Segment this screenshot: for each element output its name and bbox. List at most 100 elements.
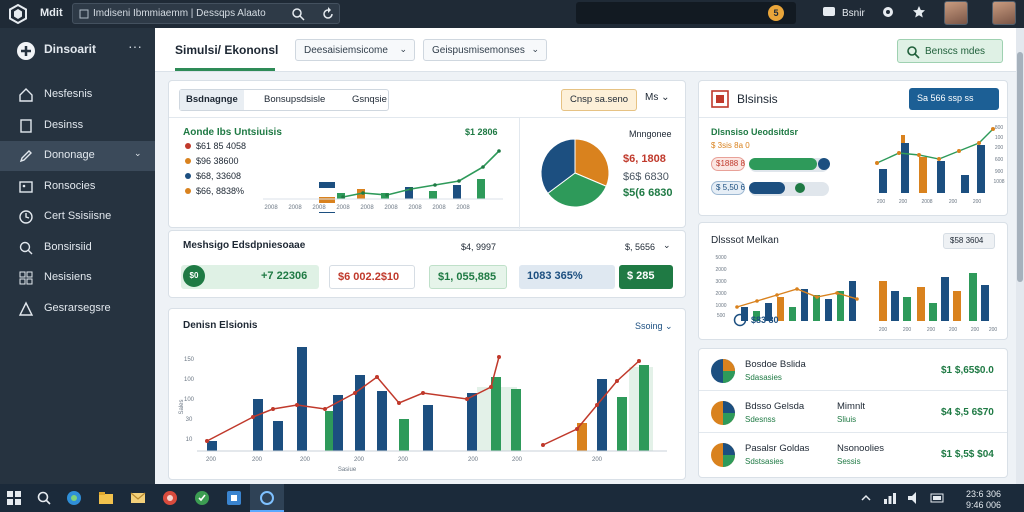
command-bar[interactable]: 5 <box>576 2 796 24</box>
main-bar <box>297 347 307 451</box>
warning-icon <box>18 300 34 316</box>
more-icon[interactable]: ··· <box>128 38 142 54</box>
right-mid-bar <box>903 297 911 321</box>
search-action-button[interactable]: Benscs mdes <box>897 39 1003 63</box>
main-trend-point <box>205 439 209 443</box>
list-item[interactable]: Bdsso Gelsda Sdesnss Mimnlt Sliuis $4 $,5 6$… <box>699 393 1007 433</box>
right-top-button[interactable]: Sa 566 ssp ss <box>909 88 999 110</box>
right-top-bar <box>977 145 985 193</box>
sidebar-item-1[interactable]: Nesfesnis <box>0 80 155 110</box>
page-title[interactable]: Simulsi/ Ekononsl <box>175 43 278 57</box>
right-mid-trend-point <box>775 293 779 297</box>
refresh-icon[interactable] <box>321 7 335 21</box>
avatar-secondary[interactable] <box>992 1 1016 25</box>
tick-label: 2008 <box>336 205 350 211</box>
overview-tabs: Bsdnagnge Bonsupsdsisle Gsnqsie <box>179 89 389 111</box>
y-tick-label: 1000 <box>715 303 726 309</box>
network-icon[interactable] <box>882 490 898 506</box>
tick-label: 2008 <box>921 199 932 205</box>
sidebar-item-8[interactable]: Gesrarsegsre <box>0 294 155 324</box>
sidebar-item-label: Bonsirsiid <box>44 240 92 253</box>
security-icon[interactable] <box>194 490 210 506</box>
tray-date[interactable]: 9:46 006 <box>966 500 1001 510</box>
right-mid-bar <box>801 289 808 321</box>
sidebar-item-5[interactable]: Cert Ssisiisne <box>0 202 155 232</box>
summary-chip-2[interactable]: $6 002.2$10 <box>329 265 415 289</box>
filter-dropdown-2[interactable]: Geispusmisemonses ⌄ <box>423 39 547 61</box>
overview-pie-chart <box>540 138 610 208</box>
chevron-down-icon[interactable]: ⌄ <box>663 240 671 251</box>
sidebar-item-2[interactable]: Desinss <box>0 111 155 141</box>
chevron-down-icon: ⌄ <box>661 92 670 103</box>
right-top-trend-point <box>957 149 961 153</box>
browser-icon[interactable] <box>66 490 82 506</box>
y-tick-label: 150 <box>184 357 195 363</box>
chevron-down-icon: ⌄ <box>665 321 673 331</box>
view-mode-select[interactable]: Ms ⌄ <box>645 92 670 103</box>
page-scrollbar-thumb[interactable] <box>1017 52 1023 282</box>
share-label[interactable]: Bsnir <box>842 8 865 19</box>
list-item[interactable]: Pasalsr Goldas Sdstsasies Nsonoolies Sessis… <box>699 435 1007 475</box>
right-mid-badge[interactable]: $58 3604 <box>943 233 995 249</box>
tab-general[interactable]: Gsnqsie <box>346 90 393 110</box>
sidebar-item-3[interactable]: Dononage ⌄ <box>0 141 155 171</box>
status-dot-icon <box>818 158 830 170</box>
list-item[interactable]: Bosdoe Bslida Sdasasies $1 $,65$0.0 <box>699 351 1007 391</box>
main-trend-point <box>575 427 579 431</box>
filter-dropdown-1-label: Deesaisiemsicome <box>304 45 388 56</box>
summary-card: Meshsigo Edsdpniesoaae $4, 9997 $, 5656 … <box>168 230 686 298</box>
search-icon <box>19 241 33 254</box>
period-select[interactable]: Cnsp sa.seno <box>561 89 637 111</box>
overview-trend-point <box>361 191 365 195</box>
tab-overview[interactable]: Bsdnagnge <box>180 90 244 110</box>
right-top-trend-point <box>977 141 981 145</box>
summary-chip-3-label: $1, 055,885 <box>438 271 497 283</box>
chat-icon[interactable] <box>822 5 836 19</box>
taskbar-active-app[interactable] <box>250 484 284 512</box>
pie-title: Mnngonee <box>629 129 672 139</box>
main-trend-point <box>295 403 299 407</box>
settings-icon[interactable] <box>881 5 895 19</box>
right-top-bar <box>919 157 927 193</box>
summary-chip-1[interactable]: $0 +7 22306 <box>181 265 319 289</box>
summary-chip-4[interactable]: 1083 365% <box>519 265 615 289</box>
main-bar-line-chart: 150 100 100 30 10 Sales 200 200 200 200 200 200 200 2… <box>179 347 667 473</box>
sidebar-item-7[interactable]: Nesisiens <box>0 263 155 293</box>
taskbar-search-icon[interactable] <box>36 490 52 506</box>
y-tick-label: 30 <box>186 417 193 423</box>
home-icon <box>19 88 33 102</box>
tray-time[interactable]: 23:6 306 <box>966 489 1001 499</box>
chevron-down-icon: ⌄ <box>399 44 407 54</box>
list-item-title: Bosdoe Bslida <box>745 359 806 370</box>
address-bar[interactable]: Imdiseni Ibmmiaemm | Dessqps Alaato <box>72 3 340 24</box>
search-icon <box>907 46 920 59</box>
media-icon[interactable] <box>162 490 178 506</box>
start-menu-icon[interactable] <box>6 490 22 506</box>
star-icon[interactable] <box>912 5 926 19</box>
right-mid-trend-point <box>795 287 799 291</box>
main-chart-control[interactable]: Ssoing ⌄ <box>635 321 673 332</box>
summary-chip-3[interactable]: $1, 055,885 <box>429 265 507 289</box>
sidebar-item-4[interactable]: Ronsocies <box>0 172 155 202</box>
battery-icon[interactable] <box>930 490 946 506</box>
avatar[interactable] <box>944 1 968 25</box>
right-top-sub-value: $ 3sis 8a 0 <box>711 141 750 150</box>
folder-icon[interactable] <box>98 490 114 506</box>
overview-trend-point <box>497 149 501 153</box>
progress-fill-2 <box>749 182 785 194</box>
mail-icon[interactable] <box>130 490 146 506</box>
tab-breakdown[interactable]: Bonsupsdsisle <box>258 90 331 110</box>
tray-up-arrow-icon[interactable] <box>858 490 874 506</box>
divider <box>169 117 685 118</box>
legend-swatch <box>185 173 191 179</box>
search-icon[interactable] <box>291 7 305 21</box>
notification-badge[interactable]: 5 <box>768 5 784 21</box>
right-top-bar-chart: 800 100 200 600 900 1008 200 200 2008 200 200 <box>875 125 1005 205</box>
sidebar-item-6[interactable]: Bonsirsiid <box>0 233 155 263</box>
summary-chip-5[interactable]: $ 285 <box>619 265 673 289</box>
store-icon[interactable] <box>226 490 242 506</box>
legend-item: $61 85 4058 <box>185 141 246 151</box>
volume-icon[interactable] <box>906 490 922 506</box>
overview-bar <box>477 179 485 199</box>
filter-dropdown-1[interactable]: Deesaisiemsicome ⌄ <box>295 39 415 61</box>
